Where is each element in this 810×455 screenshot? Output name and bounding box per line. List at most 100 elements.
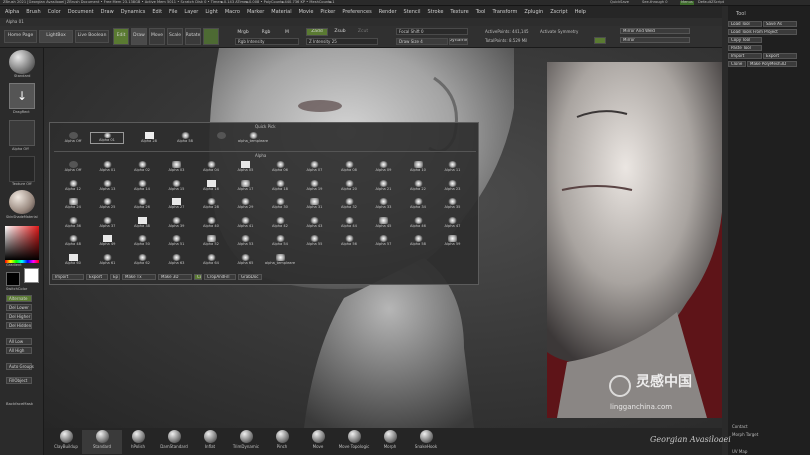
secondary-color-swatch[interactable]	[6, 272, 20, 286]
alpha-item[interactable]: Alpha 01	[91, 161, 125, 173]
alpha-item[interactable]: Alpha 43	[298, 216, 332, 229]
move-button[interactable]: Move	[149, 28, 165, 45]
bottom-brush-item[interactable]: TrimDynamic	[226, 430, 266, 454]
alpha-item[interactable]: Alpha 44	[332, 216, 366, 229]
alpha-item[interactable]: Alpha 13	[91, 179, 125, 192]
alpha-item[interactable]: Alpha 19	[298, 179, 332, 192]
bottom-brush-item[interactable]: Move Topologic	[334, 430, 374, 454]
z-intensity-slider[interactable]: Z Intensity 25	[306, 38, 378, 45]
paste-tool-button[interactable]: Paste Tool	[728, 45, 762, 51]
live-boolean-button[interactable]: Live Boolean	[75, 30, 109, 43]
menu-item[interactable]: Marker	[247, 9, 264, 15]
alpha-item[interactable]: Alpha 09	[367, 161, 401, 173]
alpha-item[interactable]: Alpha 56	[332, 235, 366, 247]
alpha-item[interactable]: Alpha 16	[194, 179, 228, 192]
edit-button[interactable]: Edit	[113, 28, 129, 45]
alpha-item[interactable]: Alpha 06	[263, 161, 297, 173]
quicksave-button[interactable]: QuickSave	[610, 0, 629, 5]
alpha-item[interactable]: Alpha 31	[298, 198, 332, 210]
alpha-item[interactable]: Alpha 22	[401, 179, 435, 192]
alpha-item[interactable]: Alpha 47	[436, 216, 470, 229]
alpha-item[interactable]: Alpha 03	[160, 161, 194, 173]
activate-symmetry-button[interactable]: Activate Symmetry	[540, 30, 578, 34]
alpha-item[interactable]: Alpha 41	[229, 216, 263, 229]
alpha-item[interactable]: Alpha 59	[436, 235, 470, 247]
alpha-item[interactable]: Alpha 52	[194, 235, 228, 247]
copy-tool-button[interactable]: Copy Tool	[728, 37, 762, 43]
menu-item[interactable]: Zscript	[550, 9, 567, 15]
menu-item[interactable]: Light	[205, 9, 217, 15]
color-picker-square[interactable]	[5, 226, 39, 260]
alpha-item[interactable]: Alpha 63	[160, 253, 194, 266]
auto-groups-button[interactable]: Auto Groups	[6, 363, 34, 370]
quick-pick-item[interactable]: alpha_templeare	[236, 132, 270, 144]
alpha-item[interactable]: Alpha 64	[194, 253, 228, 266]
alpha-item[interactable]: Alpha 46	[401, 216, 435, 229]
menu-item[interactable]: Zplugin	[524, 9, 543, 15]
alpha-item[interactable]: Alpha 30	[263, 198, 297, 210]
alpha-item[interactable]: Alpha 45	[367, 216, 401, 229]
alpha-item[interactable]: Alpha 28	[194, 198, 228, 210]
alpha-item[interactable]: Alpha 51	[160, 235, 194, 247]
menu-item[interactable]: Transform	[492, 9, 517, 15]
draw-size-slider[interactable]: Draw Size 4	[396, 38, 448, 45]
bottom-brush-item[interactable]: Standard	[82, 430, 122, 454]
alpha-item[interactable]: Alpha 57	[367, 235, 401, 247]
texture-slot-icon[interactable]	[9, 156, 35, 182]
alpha-item[interactable]: Alpha 40	[194, 216, 228, 229]
backface-mask-button[interactable]: BackfaceMask	[6, 402, 33, 406]
main-color-swatch[interactable]	[24, 268, 39, 283]
alpha-item[interactable]: Alpha 60	[56, 253, 90, 266]
alpha-item[interactable]: Alpha 49	[91, 235, 125, 247]
del-lower-button[interactable]: Del Lower	[6, 304, 32, 311]
all-low-button[interactable]: All Low	[6, 338, 32, 345]
alpha-item[interactable]: Alpha 10	[401, 161, 435, 173]
menu-item[interactable]: Color	[48, 9, 61, 15]
menu-item[interactable]: Draw	[101, 9, 114, 15]
symmetry-toggle[interactable]	[594, 37, 606, 44]
alpha-footer-button[interactable]: Make 3D	[158, 274, 192, 280]
alpha-item[interactable]: Alpha 17	[229, 179, 263, 192]
alpha-footer-button[interactable]: GrabDoc	[238, 274, 262, 280]
alpha-item[interactable]: Alpha 20	[332, 179, 366, 192]
alpha-item[interactable]: Alpha 53	[229, 235, 263, 247]
material-toggle-icon[interactable]	[203, 28, 219, 45]
import-button[interactable]: Import	[728, 53, 762, 59]
alpha-footer-button[interactable]: Export	[86, 274, 108, 280]
mrgb-button[interactable]: Mrgb	[236, 29, 250, 37]
alpha-item[interactable]: Alpha 27	[160, 198, 194, 210]
alpha-footer-button[interactable]: Import	[52, 274, 84, 280]
alpha-footer-button[interactable]: Ep	[110, 274, 120, 280]
menu-item[interactable]: Stencil	[404, 9, 421, 15]
menu-item[interactable]: Movie	[299, 9, 314, 15]
alpha-item[interactable]: Alpha 33	[367, 198, 401, 210]
alpha-item[interactable]: Alpha 61	[91, 253, 125, 266]
alpha-item[interactable]: Alpha 35	[436, 198, 470, 210]
alpha-item[interactable]: Alpha 38	[125, 216, 159, 229]
alpha-item[interactable]: Alpha 50	[125, 235, 159, 247]
alpha-item[interactable]: alpha_templeare	[263, 253, 297, 266]
morph-target-subpalette[interactable]: Morph Target	[732, 433, 758, 437]
material-sphere-icon[interactable]	[9, 190, 35, 214]
menu-item[interactable]: Render	[379, 9, 397, 15]
del-higher-button[interactable]: Del Higher	[6, 313, 32, 320]
zadd-button[interactable]: Zadd	[306, 28, 328, 36]
bottom-brush-item[interactable]: Pinch	[262, 430, 302, 454]
rgb-button[interactable]: Rgb	[260, 29, 272, 37]
menu-item[interactable]: Texture	[450, 9, 468, 15]
gradient-label[interactable]: Gradient	[6, 263, 22, 268]
alternate-button[interactable]: Alternate	[6, 295, 32, 302]
alpha-item[interactable]: Alpha 02	[125, 161, 159, 173]
rotate-button[interactable]: Rotate	[185, 28, 201, 45]
load-tool-button[interactable]: Load Tool	[728, 21, 762, 27]
alpha-item[interactable]: Alpha 07	[298, 161, 332, 173]
alpha-item[interactable]: Alpha 08	[332, 161, 366, 173]
menu-item[interactable]: Brush	[26, 9, 40, 15]
alpha-item[interactable]: Alpha 37	[91, 216, 125, 229]
quick-pick-item[interactable]: Alpha 58	[168, 132, 202, 144]
alpha-item[interactable]: Alpha 25	[91, 198, 125, 210]
switch-color-button[interactable]: SwitchColor	[6, 287, 27, 292]
mirror-button[interactable]: Mirror	[620, 37, 690, 43]
alpha-item[interactable]: Alpha 24	[56, 198, 90, 210]
menu-item[interactable]: Help	[575, 9, 586, 15]
